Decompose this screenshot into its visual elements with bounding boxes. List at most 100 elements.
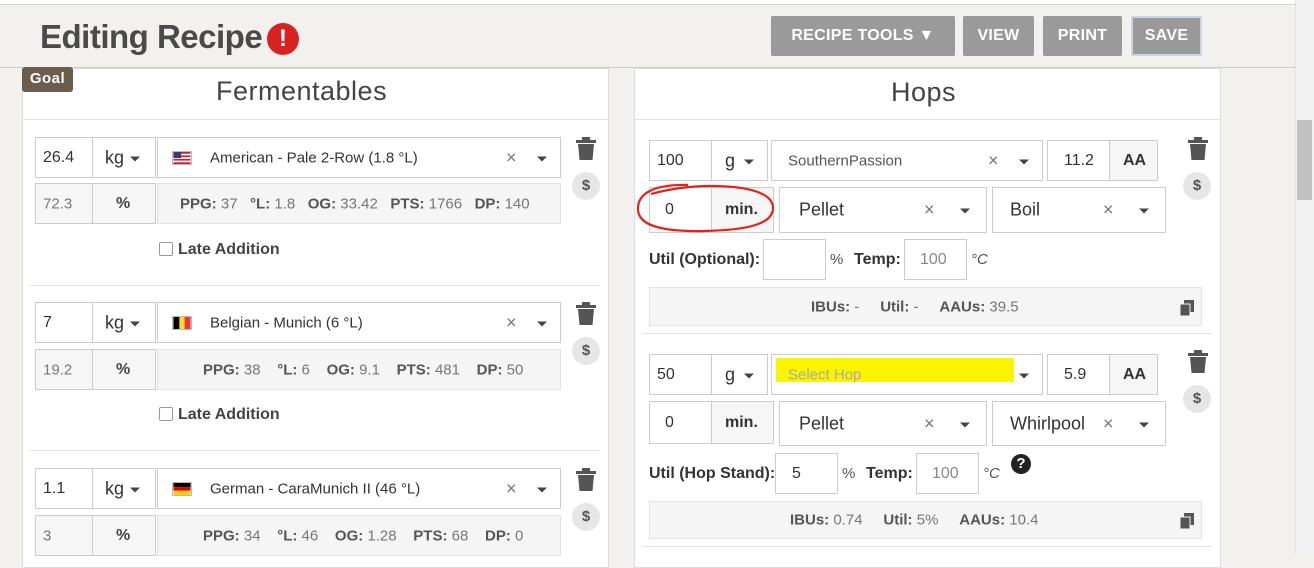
temp-label: Temp: [854, 251, 901, 268]
chevron-down-icon [130, 487, 140, 492]
clear-icon[interactable]: × [506, 147, 517, 168]
view-button[interactable]: VIEW [963, 16, 1034, 56]
fermentable-name-select[interactable]: German - CaraMunich II (46 °L) × [157, 468, 561, 509]
temp-input[interactable]: 100 [916, 453, 979, 494]
row-divider [30, 285, 600, 286]
fermentable-stats: PPG: 34 °L: 46 OG: 1.28 PTS: 68 DP: 0 [157, 515, 561, 556]
page-title: Editing Recipe [40, 18, 263, 55]
celsius-unit: °C [971, 251, 988, 268]
hop-time-input[interactable]: 0 [649, 401, 712, 444]
save-button[interactable]: SAVE [1131, 16, 1202, 56]
row-divider [642, 546, 1212, 547]
fermentable-name-select[interactable]: Belgian - Munich (6 °L) × [157, 302, 561, 343]
checkbox[interactable] [159, 242, 173, 256]
percent-unit: % [830, 251, 844, 268]
recipe-tools-button[interactable]: RECIPE TOOLS ▼ [771, 16, 955, 56]
percent-addon: % [92, 349, 156, 390]
hop-aa-input[interactable]: 5.9 [1047, 354, 1110, 395]
fermentable-percent-input[interactable]: 19.2 [35, 349, 93, 390]
chevron-down-icon [130, 321, 140, 326]
belgium-flag-icon [172, 315, 192, 330]
clear-icon[interactable]: × [506, 312, 517, 333]
hop-stats: IBUs: 0.74 Util: 5% AAUs: 10.4 [649, 501, 1202, 539]
late-addition-checkbox[interactable]: Late Addition [159, 241, 280, 259]
copy-icon[interactable] [1180, 513, 1194, 529]
clear-icon[interactable]: × [988, 150, 999, 171]
fermentable-amount-input[interactable]: 1.1 [35, 468, 93, 509]
panel-divider [23, 119, 608, 120]
late-addition-checkbox[interactable]: Late Addition [159, 406, 280, 424]
chevron-down-icon [537, 156, 547, 161]
chevron-down-icon [1019, 373, 1029, 378]
chevron-down-icon [960, 208, 970, 214]
dollar-icon[interactable]: $ [1183, 172, 1211, 200]
trash-icon[interactable] [1187, 137, 1209, 161]
dollar-icon[interactable]: $ [572, 503, 600, 531]
clear-icon[interactable]: × [1103, 200, 1114, 221]
hop-unit-select[interactable]: g [711, 140, 768, 181]
top-border [0, 0, 1314, 5]
fermentables-title: Fermentables [216, 76, 388, 106]
clear-icon[interactable]: × [506, 478, 517, 499]
chevron-down-icon [960, 422, 970, 427]
red-circle-annotation [636, 183, 775, 233]
scrollbar-thumb[interactable] [1297, 120, 1312, 200]
fermentable-name-select[interactable]: American - Pale 2-Row (1.8 °L) × [157, 137, 561, 178]
temp-label: Temp: [866, 465, 913, 482]
min-addon: min. [711, 401, 774, 444]
hop-amount-input[interactable]: 100 [649, 140, 712, 181]
print-button[interactable]: PRINT [1043, 16, 1122, 56]
chevron-down-icon [537, 321, 547, 326]
celsius-unit: °C [983, 465, 1000, 482]
us-flag-icon [172, 150, 192, 165]
util-input[interactable] [763, 239, 826, 280]
dollar-icon[interactable]: $ [572, 172, 600, 200]
scrollbar-track[interactable] [1295, 0, 1314, 555]
chevron-down-icon [1139, 422, 1149, 427]
fermentable-percent-input[interactable]: 72.3 [35, 183, 93, 224]
checkbox[interactable] [159, 407, 173, 421]
chevron-down-icon [744, 159, 754, 164]
trash-icon[interactable] [575, 137, 597, 161]
hop-use-select[interactable]: Boil × [992, 187, 1166, 233]
hop-name-select[interactable]: Select Hop [771, 354, 1043, 395]
clear-icon[interactable]: × [924, 413, 935, 434]
chevron-down-icon [537, 487, 547, 492]
hop-use-select[interactable]: Whirlpool × [992, 401, 1166, 446]
fermentable-amount-input[interactable]: 26.4 [35, 137, 93, 178]
hop-name-select[interactable]: SouthernPassion × [771, 140, 1043, 181]
clear-icon[interactable]: × [1103, 413, 1114, 434]
help-icon[interactable]: ? [1011, 454, 1031, 474]
fermentable-stats: PPG: 37 °L: 1.8 OG: 33.42 PTS: 1766 DP: … [157, 183, 561, 224]
chevron-down-icon [130, 156, 140, 161]
dollar-icon[interactable]: $ [572, 337, 600, 365]
goal-badge: Goal [22, 67, 73, 92]
clear-icon[interactable]: × [924, 200, 935, 221]
row-divider [642, 333, 1212, 334]
fermentable-unit-select[interactable]: kg [92, 302, 156, 343]
fermentable-stats: PPG: 38 °L: 6 OG: 9.1 PTS: 481 DP: 50 [157, 349, 561, 390]
hop-unit-select[interactable]: g [711, 354, 768, 395]
trash-icon[interactable] [575, 468, 597, 492]
chevron-down-icon [1019, 159, 1029, 164]
temp-input[interactable]: 100 [904, 239, 967, 280]
copy-icon[interactable] [1180, 300, 1194, 316]
chevron-down-icon [1139, 208, 1149, 214]
aa-addon: AA [1109, 354, 1158, 395]
aa-addon: AA [1109, 140, 1158, 181]
fermentable-amount-input[interactable]: 7 [35, 302, 93, 343]
hop-aa-input[interactable]: 11.2 [1047, 140, 1110, 181]
fermentable-unit-select[interactable]: kg [92, 137, 156, 178]
hop-form-select[interactable]: Pellet × [779, 401, 987, 446]
fermentable-percent-input[interactable]: 3 [35, 515, 93, 556]
hop-amount-input[interactable]: 50 [649, 354, 712, 395]
page-header: Editing Recipe ! RECIPE TOOLS ▼ VIEW PRI… [0, 6, 1295, 68]
util-input[interactable]: 5 [775, 453, 838, 494]
chevron-down-icon [744, 373, 754, 378]
trash-icon[interactable] [575, 302, 597, 326]
alert-icon[interactable]: ! [267, 23, 299, 55]
dollar-icon[interactable]: $ [1183, 385, 1211, 413]
hop-form-select[interactable]: Pellet × [779, 187, 987, 233]
fermentable-unit-select[interactable]: kg [92, 468, 156, 509]
trash-icon[interactable] [1187, 350, 1209, 374]
